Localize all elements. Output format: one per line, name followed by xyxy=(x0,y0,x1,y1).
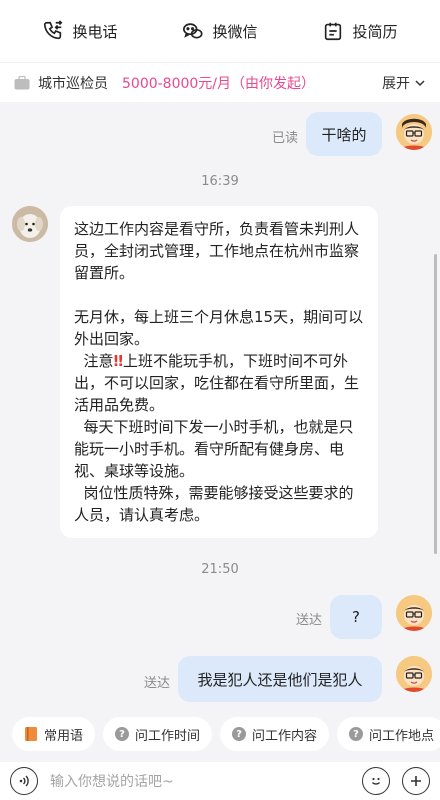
message-bubble-self[interactable]: ? xyxy=(330,595,382,639)
user-avatar[interactable] xyxy=(396,595,432,631)
emoji-icon xyxy=(371,777,381,785)
briefcase-icon xyxy=(14,75,30,89)
message-paragraph: 每天下班时间下发一小时手机，也就是只能玩一小时手机。看守所配有健身房、电视、桌球… xyxy=(74,418,354,480)
message-paragraph: 注意‼上班不能玩手机，下班时间不可外出，不可以回家，吃住都在看守所里面，生活用品… xyxy=(74,350,364,416)
top-action-bar: 换电话 换微信 投简历 xyxy=(0,0,440,62)
resume-icon xyxy=(325,22,342,41)
job-salary: 5000-8000元/月（由你发起） xyxy=(122,75,316,92)
question-icon: ? xyxy=(349,727,364,741)
plus-icon xyxy=(411,776,421,786)
chip-label: 问工作地点 xyxy=(369,728,435,744)
user-avatar[interactable] xyxy=(396,114,432,150)
notice-prefix: 注意 xyxy=(74,352,114,370)
quick-reply-common-phrases[interactable]: 常用语 xyxy=(12,717,96,751)
delivered-status: 送达 xyxy=(296,613,323,628)
job-title: 城市巡检员 xyxy=(38,75,108,92)
question-icon: ? xyxy=(232,727,247,741)
read-status: 已读 xyxy=(272,131,299,146)
chip-label: 常用语 xyxy=(44,728,84,744)
expand-button[interactable]: 展开 xyxy=(382,73,426,93)
timestamp: 16:39 xyxy=(201,174,239,189)
chip-label: 问工作时间 xyxy=(135,728,201,744)
delivered-status: 送达 xyxy=(144,676,171,691)
quick-reply-ask-location[interactable]: ? 问工作地点 xyxy=(337,717,440,751)
user-avatar[interactable] xyxy=(396,656,432,692)
send-resume-label: 投简历 xyxy=(352,22,398,41)
message-input[interactable]: 输入你想说的话吧~ xyxy=(50,771,350,791)
input-bar: 输入你想说的话吧~ xyxy=(0,762,440,800)
change-phone-label: 换电话 xyxy=(72,22,118,41)
timestamp: 21:50 xyxy=(201,562,239,577)
chevron-down-icon xyxy=(415,79,425,86)
chat-area[interactable]: 已读 干啥的 16:39 这边工作内容是看守所，负责看管未判刑人员，全封闭式管理… xyxy=(0,102,440,708)
book-icon xyxy=(25,727,37,741)
voice-button[interactable] xyxy=(10,767,38,795)
dog-avatar-icon xyxy=(12,206,48,242)
phone-swap-icon xyxy=(44,20,63,40)
quick-reply-bar: 常用语 ? 问工作时间 ? 问工作内容 ? 问工作地点 xyxy=(0,712,440,756)
recruiter-avatar[interactable] xyxy=(12,206,48,242)
send-resume-button[interactable]: 投简历 xyxy=(322,20,398,42)
cartoon-face-icon xyxy=(396,656,432,692)
double-exclamation-icon: ‼ xyxy=(113,352,123,370)
emoji-button[interactable] xyxy=(362,767,390,795)
voice-icon xyxy=(19,775,29,787)
cartoon-face-icon xyxy=(396,595,432,631)
change-wechat-button[interactable]: 换微信 xyxy=(182,20,258,42)
message-bubble-self[interactable]: 干啥的 xyxy=(306,112,382,156)
expand-label: 展开 xyxy=(382,75,410,92)
message-paragraph: 这边工作内容是看守所，负责看管未判刑人员，全封闭式管理，工作地点在杭州市监察留置… xyxy=(74,220,360,282)
chip-label: 问工作内容 xyxy=(252,728,318,744)
message-bubble-self[interactable]: 我是犯人还是他们是犯人 xyxy=(178,656,382,702)
add-button[interactable] xyxy=(402,767,430,795)
quick-reply-ask-hours[interactable]: ? 问工作时间 xyxy=(103,717,213,751)
change-phone-button[interactable]: 换电话 xyxy=(42,20,118,42)
question-icon: ? xyxy=(115,727,130,741)
job-info-bar[interactable]: 城市巡检员 5000-8000元/月（由你发起） 展开 xyxy=(0,62,440,102)
cartoon-face-icon xyxy=(396,114,432,150)
wechat-icon xyxy=(183,23,204,39)
message-paragraph: 岗位性质特殊，需要能够接受这些要求的人员，请认真考虑。 xyxy=(74,484,354,524)
message-bubble-recruiter[interactable]: 这边工作内容是看守所，负责看管未判刑人员，全封闭式管理，工作地点在杭州市监察留置… xyxy=(60,206,378,538)
message-paragraph: 无月休，每上班三个月休息15天，期间可以外出回家。 xyxy=(74,308,364,348)
scrollbar[interactable] xyxy=(434,254,437,554)
change-wechat-label: 换微信 xyxy=(212,22,258,41)
quick-reply-ask-content[interactable]: ? 问工作内容 xyxy=(220,717,330,751)
